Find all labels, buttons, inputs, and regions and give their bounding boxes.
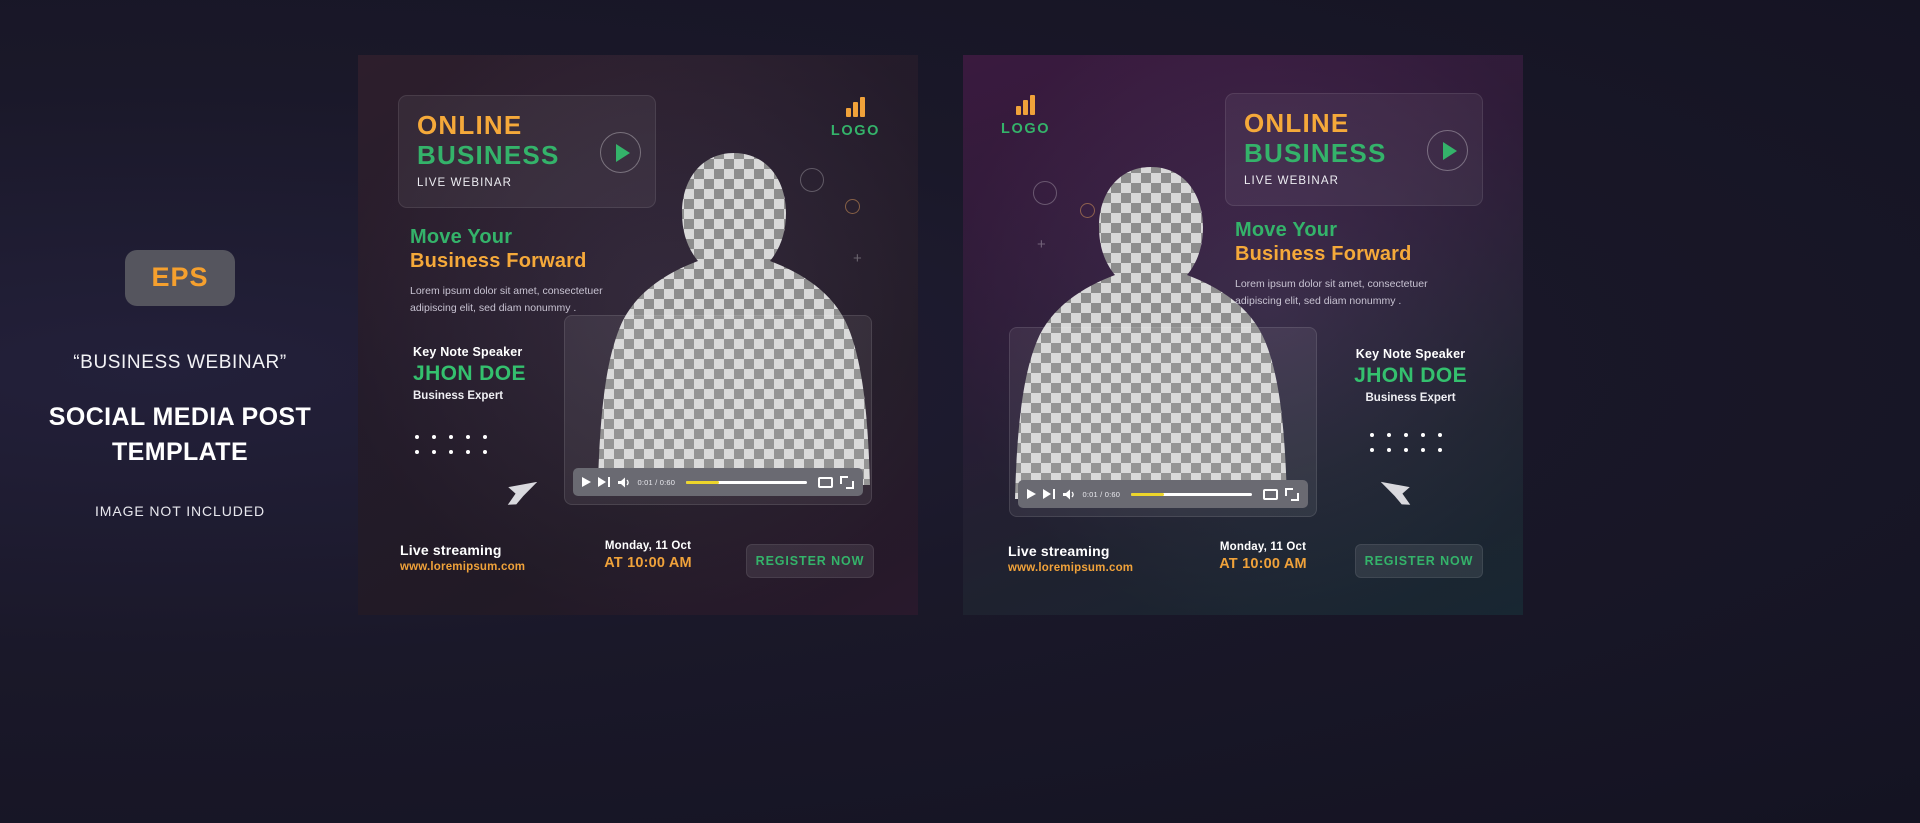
next-control-icon-a[interactable]	[598, 477, 610, 487]
logo-a[interactable]: LOGO	[831, 97, 880, 139]
register-now-button-a[interactable]: REGISTER NOW	[746, 544, 874, 578]
tagline-green-b: Move Your	[1235, 219, 1338, 241]
headline-card-b: ONLINE BUSINESS LIVE WEBINAR	[1225, 93, 1483, 206]
dot-grid-a	[415, 435, 500, 454]
cursor-arrow-icon-b	[1381, 481, 1411, 505]
video-player-b[interactable]: 0:01 / 0:60	[1009, 327, 1317, 517]
seek-bar-b[interactable]	[1131, 492, 1252, 496]
page-title: SOCIAL MEDIA POST TEMPLATE	[30, 400, 330, 469]
tagline-body-a: Lorem ipsum dolor sit amet, consectetuer…	[410, 283, 603, 318]
live-streaming-block-a: Live streaming www.loremipsum.com	[400, 542, 525, 573]
event-date-block-b: Monday, 11 Oct AT 10:00 AM	[1198, 541, 1328, 572]
bar-chart-icon-b	[1001, 95, 1050, 115]
event-time-a: AT 10:00 AM	[604, 555, 692, 571]
logo-b[interactable]: LOGO	[1001, 95, 1050, 137]
tagline-orange-b: Business Forward	[1235, 243, 1412, 266]
volume-icon-b[interactable]	[1062, 488, 1076, 501]
event-time-b: AT 10:00 AM	[1219, 556, 1307, 572]
tagline-b: Move Your Business Forward Lorem ipsum d…	[1235, 218, 1481, 310]
left-info-column: EPS “BUSINESS WEBINAR” SOCIAL MEDIA POST…	[30, 250, 330, 519]
speaker-name-b: JHON DOE	[1354, 364, 1467, 387]
pip-icon-a[interactable]	[818, 476, 833, 488]
play-button-b[interactable]	[1427, 130, 1468, 171]
tagline-green-a: Move Your	[410, 226, 513, 248]
live-streaming-url-b[interactable]: www.loremipsum.com	[1008, 562, 1133, 574]
speaker-name-a: JHON DOE	[413, 362, 526, 385]
speaker-role-a: Key Note Speaker	[413, 345, 523, 359]
speaker-role-b: Key Note Speaker	[1355, 347, 1466, 361]
speaker-block-a: Key Note Speaker JHON DOE Business Exper…	[413, 345, 526, 402]
video-controls-a[interactable]: 0:01 / 0:60	[573, 468, 863, 496]
cursor-arrow-icon-a	[507, 481, 537, 505]
tagline-body-line1-a: Lorem ipsum dolor sit amet, consectetuer	[410, 284, 603, 297]
tagline-body-line2-b: adipiscing elit, sed diam nonummy .	[1235, 295, 1402, 308]
logo-label-b: LOGO	[1001, 121, 1051, 137]
headline-sub-a: LIVE WEBINAR	[417, 176, 512, 189]
live-streaming-title-a: Live streaming	[400, 542, 502, 558]
page-title-line1: SOCIAL MEDIA POST	[48, 403, 312, 431]
poster-variant-a: + ONLINE BUSINESS LIVE WEBINAR LOGO Move…	[358, 55, 918, 615]
seek-progress-a	[686, 480, 719, 484]
eps-badge: EPS	[125, 250, 235, 306]
video-time-a: 0:01 / 0:60	[637, 477, 676, 487]
next-control-icon-b[interactable]	[1043, 489, 1055, 499]
event-day-a: Monday, 11 Oct	[604, 540, 692, 552]
live-streaming-url-a[interactable]: www.loremipsum.com	[400, 561, 525, 573]
video-controls-b[interactable]: 0:01 / 0:60	[1018, 480, 1308, 508]
bar-chart-icon-a	[831, 97, 880, 117]
dot-grid-b	[1370, 433, 1455, 452]
pip-icon-b[interactable]	[1263, 488, 1278, 500]
headline-sub-b: LIVE WEBINAR	[1244, 174, 1339, 187]
live-streaming-block-b: Live streaming www.loremipsum.com	[1008, 543, 1133, 574]
seek-progress-b	[1131, 492, 1164, 496]
event-date-block-a: Monday, 11 Oct AT 10:00 AM	[583, 540, 713, 571]
screenshot-root: EPS “BUSINESS WEBINAR” SOCIAL MEDIA POST…	[0, 0, 1920, 823]
logo-label-a: LOGO	[830, 123, 880, 139]
speaker-title-b: Business Expert	[1365, 392, 1456, 404]
tagline-a: Move Your Business Forward Lorem ipsum d…	[410, 225, 603, 317]
page-title-line2: TEMPLATE	[111, 437, 249, 466]
fullscreen-icon-a[interactable]	[840, 475, 854, 489]
play-icon-b	[1442, 141, 1457, 160]
tagline-body-line1-b: Lorem ipsum dolor sit amet, consectetuer	[1235, 277, 1428, 290]
seek-bar-a[interactable]	[686, 480, 807, 484]
video-time-b: 0:01 / 0:60	[1082, 489, 1121, 499]
fullscreen-icon-b[interactable]	[1285, 487, 1299, 501]
register-now-button-b[interactable]: REGISTER NOW	[1355, 544, 1483, 578]
play-button-a[interactable]	[600, 132, 641, 173]
video-player-a[interactable]: 0:01 / 0:60	[564, 315, 872, 505]
poster-variant-b: + ONLINE BUSINESS LIVE WEBINAR LOGO Move…	[963, 55, 1523, 615]
headline-card-a: ONLINE BUSINESS LIVE WEBINAR	[398, 95, 656, 208]
event-day-b: Monday, 11 Oct	[1219, 541, 1307, 553]
quote-label: “BUSINESS WEBINAR”	[73, 352, 287, 373]
speaker-block-b: Key Note Speaker JHON DOE Business Exper…	[1354, 347, 1467, 404]
live-streaming-title-b: Live streaming	[1008, 543, 1110, 559]
tagline-orange-a: Business Forward	[410, 250, 587, 273]
image-note: IMAGE NOT INCLUDED	[95, 503, 265, 519]
play-icon-a	[615, 143, 630, 162]
volume-icon-a[interactable]	[617, 476, 631, 489]
play-control-icon-a[interactable]	[582, 477, 591, 487]
play-control-icon-b[interactable]	[1027, 489, 1036, 499]
tagline-body-b: Lorem ipsum dolor sit amet, consectetuer…	[1235, 276, 1481, 311]
speaker-title-a: Business Expert	[413, 390, 504, 402]
